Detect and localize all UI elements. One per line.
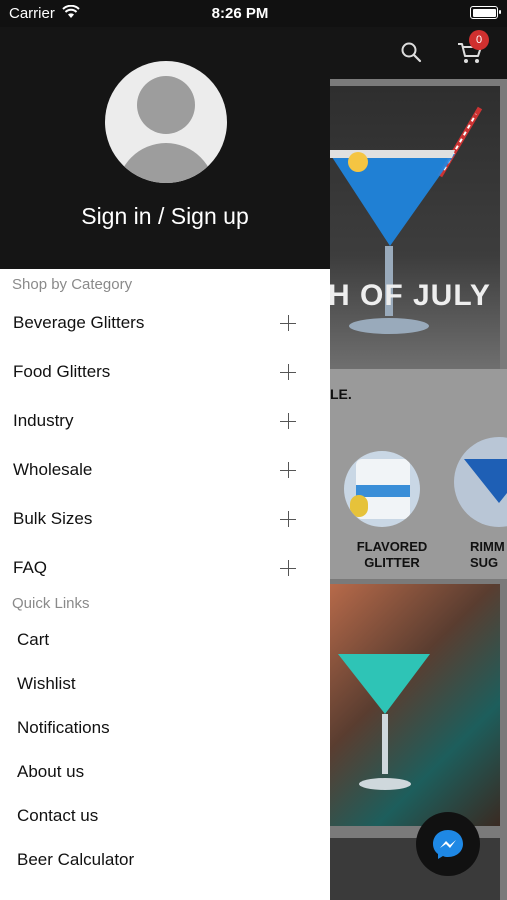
status-bar: Carrier 8:26 PM: [0, 0, 507, 27]
sale-text: LE.: [330, 386, 352, 402]
category-wholesale[interactable]: Wholesale: [0, 450, 330, 490]
avatar-head: [137, 76, 195, 134]
avatar[interactable]: [105, 61, 227, 183]
quick-link-notifications[interactable]: Notifications: [0, 710, 330, 746]
category-label: FAQ: [13, 558, 48, 577]
quick-link-beer-calculator[interactable]: Beer Calculator: [0, 842, 330, 878]
expand-plus-icon[interactable]: [280, 462, 296, 478]
avatar-body: [117, 143, 215, 183]
banner-text: H OF JULY: [330, 279, 491, 312]
category-heading: Shop by Category: [12, 276, 133, 293]
product-label-flavored-glitter: FLAVORED GLITTER: [356, 539, 428, 570]
expand-plus-icon[interactable]: [280, 511, 296, 527]
category-label: Industry: [13, 411, 74, 430]
sign-in-link[interactable]: Sign in / Sign up: [0, 203, 330, 230]
cocktail-glass-image: [330, 106, 483, 334]
app-header: 0: [330, 27, 507, 79]
product-label-rimming-sugar: RIMM SUG: [470, 539, 505, 570]
quick-link-label: Wishlist: [17, 674, 76, 693]
quick-link-label: Notifications: [17, 718, 110, 737]
quick-link-label: Cart: [17, 630, 50, 649]
quick-link-about-us[interactable]: About us: [0, 754, 330, 790]
teal-cocktail-image: [338, 654, 430, 790]
quick-links-heading: Quick Links: [12, 595, 90, 612]
promo-banner[interactable]: H OF JULY: [330, 86, 500, 369]
product-thumb-flavored-glitter[interactable]: [344, 451, 420, 527]
category-label: Wholesale: [13, 460, 93, 479]
category-label: Bulk Sizes: [13, 509, 93, 528]
quick-link-label: Beer Calculator: [17, 850, 135, 869]
clock: 8:26 PM: [211, 5, 269, 22]
category-industry[interactable]: Industry: [0, 401, 330, 441]
quick-link-cart[interactable]: Cart: [0, 622, 330, 658]
search-icon[interactable]: [400, 41, 422, 63]
category-bulk-sizes[interactable]: Bulk Sizes: [0, 499, 330, 539]
quick-link-wishlist[interactable]: Wishlist: [0, 666, 330, 702]
drawer-header: Sign in / Sign up: [0, 0, 330, 269]
category-label: Beverage Glitters: [13, 313, 145, 332]
product-thumb-rimming-sugar[interactable]: [454, 437, 507, 527]
battery-icon: [470, 6, 501, 19]
messenger-icon: [433, 830, 463, 859]
expand-plus-icon[interactable]: [280, 315, 296, 331]
products-section: LE. FLAVORED GLITTER RIMM SUG: [330, 369, 507, 579]
background-app: 0 H OF JULY LE. FLAVORED GLITTER RIMM SU…: [330, 0, 507, 900]
promo-photo[interactable]: [330, 584, 500, 826]
category-beverage-glitters[interactable]: Beverage Glitters: [0, 303, 330, 343]
category-label: Food Glitters: [13, 362, 111, 381]
expand-plus-icon[interactable]: [280, 413, 296, 429]
category-faq[interactable]: FAQ: [0, 548, 330, 588]
cart-count-badge: 0: [469, 30, 489, 50]
navigation-drawer: Sign in / Sign up Shop by Category Bever…: [0, 0, 330, 900]
quick-link-label: Contact us: [17, 806, 99, 825]
quick-link-label: About us: [17, 762, 85, 781]
expand-plus-icon[interactable]: [280, 560, 296, 576]
expand-plus-icon[interactable]: [280, 364, 296, 380]
quick-link-contact-us[interactable]: Contact us: [0, 798, 330, 834]
category-food-glitters[interactable]: Food Glitters: [0, 352, 330, 392]
messenger-button[interactable]: [416, 812, 480, 876]
